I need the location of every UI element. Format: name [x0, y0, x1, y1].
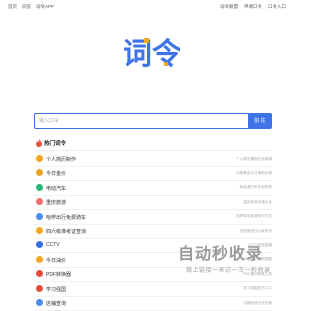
list-item[interactable]: 今日金价 中国黄金今日最新价格: [34, 166, 272, 182]
item-description: 中国黄金今日最新价格: [236, 170, 272, 175]
nav-app-link[interactable]: 词令APP: [36, 4, 54, 10]
item-name: PDF转换器: [46, 272, 72, 279]
item-name: 重庆旅游: [46, 200, 67, 207]
nav-alliance-link[interactable]: 词令联盟: [220, 4, 238, 10]
watermark-subtitle: 做上链接一来访一次一秒收录: [186, 268, 271, 274]
list-item[interactable]: 四六级准考证查询 全国英语四六级考试: [34, 224, 272, 239]
item-name: 学习强国: [46, 286, 67, 293]
item-icon: [36, 169, 43, 177]
item-icon: [36, 198, 43, 206]
item-name: 电动汽车: [46, 185, 67, 192]
top-nav: 首页 问答 词令APP 词令联盟 申请口令 口令入口: [0, 0, 300, 14]
item-name: CCTV: [46, 242, 60, 249]
list-item[interactable]: 个人简历制作 个人简历模板在线编辑: [34, 152, 272, 167]
item-description: 全国英语四六级考试: [239, 228, 272, 233]
flame-icon: [36, 139, 42, 147]
item-description: 哈啰单车免费骑行方法: [236, 214, 272, 219]
item-icon: [36, 212, 43, 220]
item-description: 个人简历模板在线编辑: [236, 156, 272, 161]
item-name: 今日油价: [46, 257, 67, 264]
site-logo: 词令: [124, 37, 180, 68]
item-name: 店铺查询: [46, 301, 67, 307]
item-icon: [36, 284, 43, 292]
item-icon: [36, 299, 43, 306]
item-description: 重庆旅游攻略大全: [243, 199, 272, 204]
nav-entry-link[interactable]: 口令入口: [268, 4, 286, 10]
watermark-title: 自动秒收录: [178, 246, 264, 263]
list-item[interactable]: 电动汽车 新能源汽车车型推荐: [34, 181, 272, 196]
item-icon: [36, 255, 43, 263]
search-bar: 前 往: [34, 113, 272, 129]
logo-accent-mark-2: [164, 62, 168, 66]
search-input[interactable]: [34, 113, 253, 129]
item-icon: [36, 241, 43, 249]
list-item[interactable]: 重庆旅游 重庆旅游攻略大全: [34, 195, 272, 211]
nav-apply-link[interactable]: 申请口令: [244, 4, 262, 10]
search-button[interactable]: 前 往: [248, 113, 272, 129]
item-icon: [36, 270, 43, 278]
item-description: 店铺信息在线查询: [243, 300, 272, 305]
nav-home-link[interactable]: 首页: [8, 4, 17, 10]
hot-panel-header: 热门词令: [36, 138, 66, 148]
nav-qa-link[interactable]: 问答: [22, 4, 31, 10]
list-item[interactable]: 哈啰出行免费骑车 哈啰单车免费骑行方法: [34, 210, 272, 225]
watermark: 自动秒收录 做上链接一来访一次一秒收录: [178, 240, 300, 284]
item-description: 学习强国官方入口: [243, 286, 272, 291]
item-name: 个人简历制作: [46, 157, 77, 163]
logo-text: 词令: [124, 37, 180, 68]
item-name: 今日金价: [46, 171, 67, 178]
item-icon: [36, 227, 43, 234]
divider: [34, 150, 272, 151]
list-item[interactable]: 店铺查询 店铺信息在线查询: [34, 296, 272, 311]
item-name: 四六级准考证查询: [46, 229, 87, 235]
item-description: 新能源汽车车型推荐: [239, 185, 272, 190]
logo-accent-mark: [144, 38, 149, 43]
item-icon: [36, 183, 43, 191]
item-name: 哈啰出行免费骑车: [46, 214, 87, 221]
item-icon: [36, 155, 43, 162]
hot-panel-title: 热门词令: [44, 141, 67, 147]
